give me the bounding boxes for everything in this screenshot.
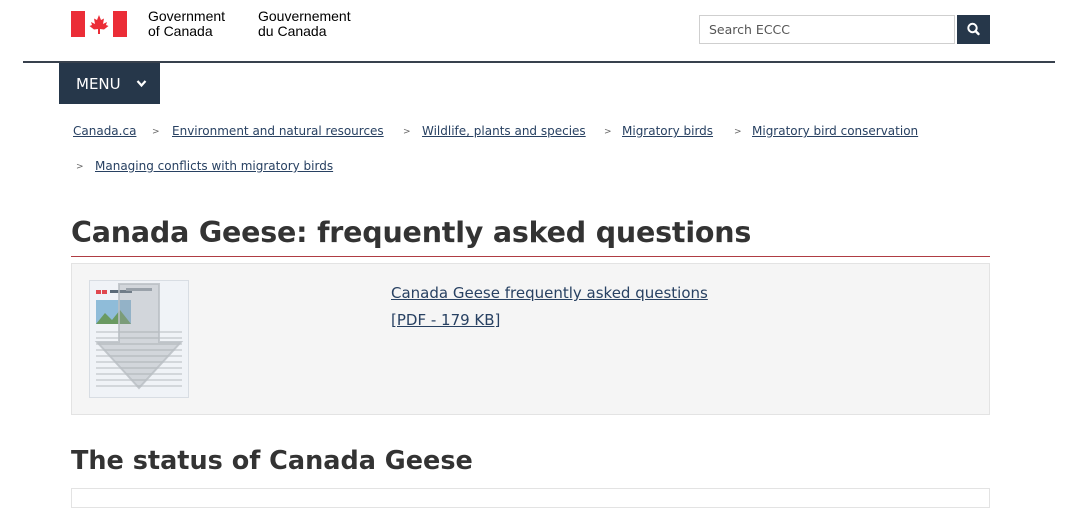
title-underline (71, 256, 990, 257)
next-section-panel (71, 488, 990, 508)
breadcrumb-link-canada-ca[interactable]: Canada.ca (73, 124, 136, 138)
signature-fr-line1: Gouvernement (258, 8, 351, 24)
government-signature-en[interactable]: Government of Canada (148, 9, 225, 39)
site-header: Government of Canada Gouvernement du Can… (0, 0, 1080, 62)
search-icon (967, 22, 980, 36)
signature-en-line2: of Canada (148, 23, 213, 39)
pdf-file-info[interactable]: [PDF - 179 KB] (391, 311, 500, 329)
signature-en-line1: Government (148, 8, 226, 24)
breadcrumb-separator: > (734, 127, 742, 137)
breadcrumb-separator: > (403, 127, 411, 137)
breadcrumb-link-environment[interactable]: Environment and natural resources (172, 124, 384, 138)
breadcrumb-separator: > (76, 162, 84, 172)
breadcrumb-separator: > (152, 127, 160, 137)
breadcrumb-separator: > (604, 127, 612, 137)
canada-flag-icon[interactable] (71, 11, 127, 37)
page-title: Canada Geese: frequently asked questions (71, 216, 752, 249)
breadcrumb-link-managing-conflicts[interactable]: Managing conflicts with migratory birds (95, 159, 333, 173)
header-divider (23, 61, 1055, 63)
breadcrumb-link-migratory-birds[interactable]: Migratory birds (622, 124, 713, 138)
search-input[interactable] (699, 15, 955, 44)
government-signature-fr[interactable]: Gouvernement du Canada (258, 9, 351, 39)
breadcrumb-link-wildlife[interactable]: Wildlife, plants and species (422, 124, 586, 138)
chevron-down-icon (136, 80, 147, 88)
menu-button[interactable]: MENU (59, 63, 160, 104)
signature-fr-line2: du Canada (258, 23, 327, 39)
pdf-document-thumbnail[interactable] (89, 280, 189, 398)
menu-label: MENU (76, 74, 121, 93)
search-button[interactable] (957, 15, 990, 44)
breadcrumb-link-bird-conservation[interactable]: Migratory bird conservation (752, 124, 918, 138)
section-heading: The status of Canada Geese (71, 446, 473, 476)
pdf-download-link[interactable]: Canada Geese frequently asked questions (391, 284, 708, 302)
